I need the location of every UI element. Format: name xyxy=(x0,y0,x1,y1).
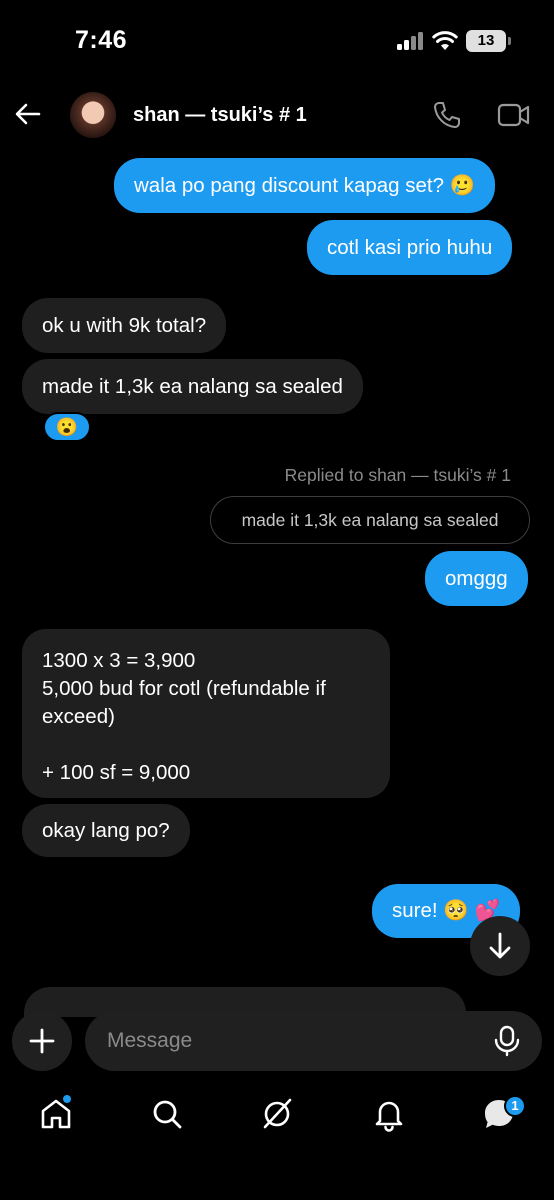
wifi-icon xyxy=(432,31,458,50)
microphone-icon[interactable] xyxy=(493,1025,521,1057)
plus-icon xyxy=(29,1028,55,1054)
search-icon[interactable] xyxy=(149,1096,185,1132)
scroll-to-bottom-button[interactable] xyxy=(470,916,530,976)
status-bar: 7:46 13 xyxy=(0,0,554,80)
message-bubble-incoming[interactable]: 1300 x 3 = 3,900 5,000 bud for cotl (ref… xyxy=(22,629,390,798)
battery-indicator: 13 xyxy=(466,30,506,52)
message-reaction[interactable]: 😮 xyxy=(43,412,91,442)
message-bubble-incoming[interactable]: made it 1,3k ea nalang sa sealed xyxy=(22,359,363,414)
status-time: 7:46 xyxy=(75,26,128,54)
message-bubble-outgoing[interactable]: wala po pang discount kapag set? 🥲 xyxy=(114,158,496,213)
quoted-message[interactable]: made it 1,3k ea nalang sa sealed xyxy=(210,496,530,544)
contact-name[interactable]: shan — tsuki’s # 1 xyxy=(133,104,307,127)
contact-avatar[interactable] xyxy=(70,92,116,138)
home-notification-dot xyxy=(62,1094,72,1104)
battery-tip xyxy=(508,37,511,45)
message-input[interactable] xyxy=(107,1011,477,1071)
cellular-signal-icon xyxy=(397,32,427,50)
message-bubble-outgoing[interactable]: omggg xyxy=(425,551,528,606)
conversation-header: shan — tsuki’s # 1 xyxy=(0,80,554,150)
back-arrow-icon[interactable] xyxy=(14,100,42,128)
notifications-bell-icon[interactable] xyxy=(371,1096,407,1132)
message-composer xyxy=(85,1011,542,1071)
video-call-icon[interactable] xyxy=(497,100,531,130)
reply-context-label: Replied to shan — tsuki’s # 1 xyxy=(284,465,511,485)
message-bubble-incoming[interactable]: ok u with 9k total? xyxy=(22,298,227,353)
messages-badge: 1 xyxy=(504,1095,526,1117)
add-attachment-button[interactable] xyxy=(12,1011,72,1071)
message-bubble-outgoing[interactable]: cotl kasi prio huhu xyxy=(307,220,513,275)
arrow-down-icon xyxy=(489,932,511,959)
phone-call-icon[interactable] xyxy=(432,100,462,130)
grok-icon[interactable] xyxy=(259,1096,295,1132)
message-bubble-incoming[interactable]: okay lang po? xyxy=(22,804,190,857)
